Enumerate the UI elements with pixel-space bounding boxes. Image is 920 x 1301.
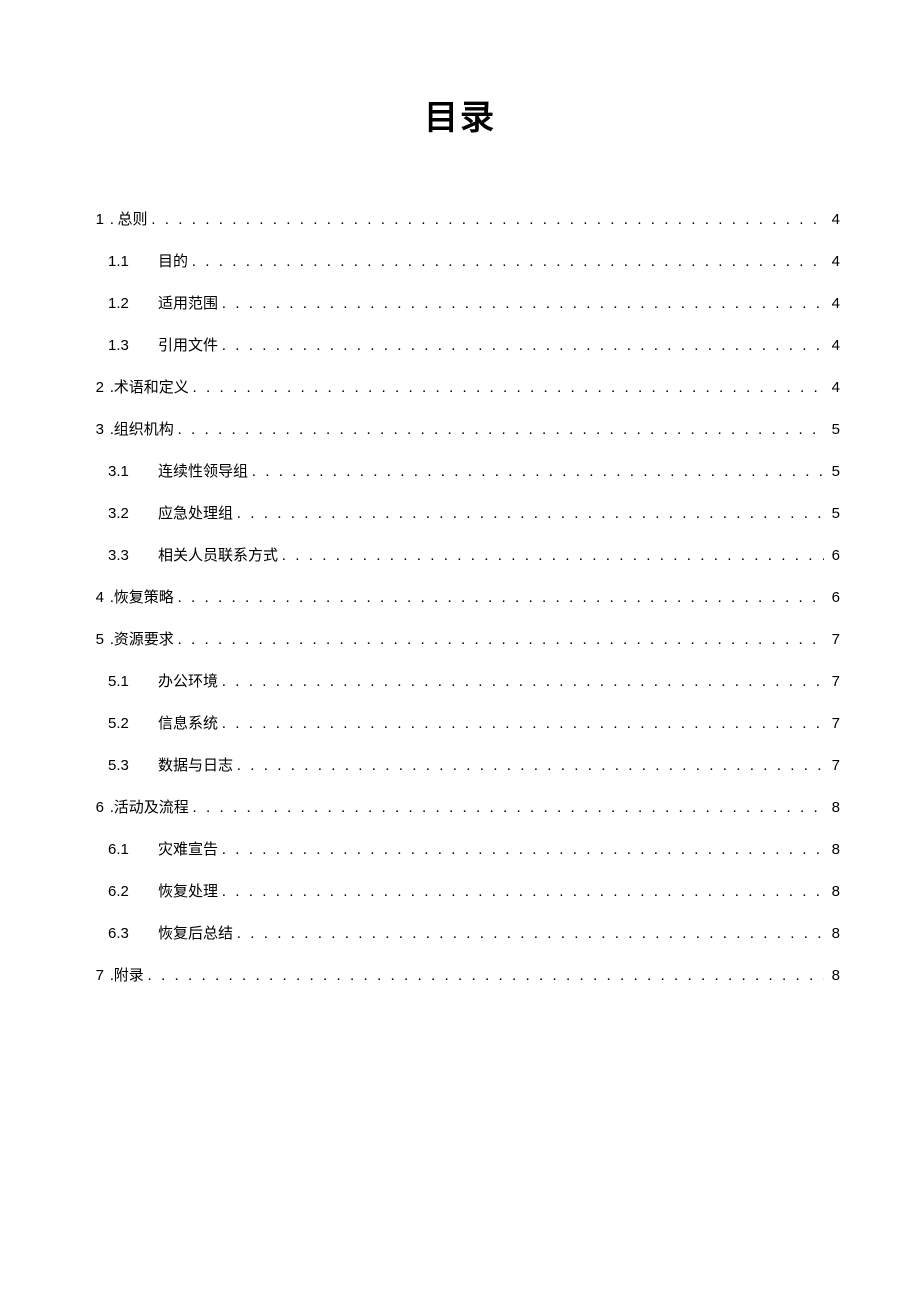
toc-entry-page: 5	[828, 503, 840, 524]
toc-entry-page: 4	[828, 209, 840, 230]
toc-entry-page: 8	[828, 881, 840, 902]
toc-entry-number: 3.2	[108, 503, 138, 524]
toc-entry-number: 6.1	[108, 839, 138, 860]
toc-entry-page: 4	[828, 335, 840, 356]
table-of-contents: 1 . 总则 4 1.1 目的 4 1.2 适用范围 4 1.3 引用文件 4 2 .术语和定义 4 3 .组织…	[80, 209, 840, 987]
toc-leader-dots	[222, 840, 824, 861]
toc-entry-title: . 总则	[110, 210, 148, 231]
toc-entry-number: 5.2	[108, 713, 138, 734]
toc-entry: 5.1 办公环境 7	[80, 671, 840, 693]
toc-entry: 7 .附录 8	[80, 965, 840, 987]
toc-entry: 3 .组织机构 5	[80, 419, 840, 441]
toc-entry-number: 7	[80, 965, 104, 986]
toc-entry-page: 6	[828, 545, 840, 566]
toc-entry-page: 7	[828, 629, 840, 650]
toc-entry-title: 相关人员联系方式	[158, 546, 278, 567]
toc-entry-page: 4	[828, 377, 840, 398]
toc-entry-number: 1.3	[108, 335, 138, 356]
toc-leader-dots	[252, 462, 824, 483]
toc-entry-number: 3	[80, 419, 104, 440]
toc-entry-title: .恢复策略	[110, 588, 174, 609]
toc-entry-number: 1	[80, 209, 104, 230]
toc-entry-page: 8	[828, 839, 840, 860]
toc-entry: 1.1 目的 4	[80, 251, 840, 273]
toc-entry: 5 .资源要求 7	[80, 629, 840, 651]
toc-entry: 4 .恢复策略 6	[80, 587, 840, 609]
toc-leader-dots	[192, 252, 824, 273]
toc-leader-dots	[222, 672, 824, 693]
toc-entry-title: 连续性领导组	[158, 462, 248, 483]
toc-entry-title: .术语和定义	[110, 378, 189, 399]
toc-leader-dots	[222, 294, 824, 315]
toc-leader-dots	[148, 966, 824, 987]
toc-entry-title: 恢复处理	[158, 882, 218, 903]
toc-leader-dots	[237, 504, 824, 525]
toc-entry-page: 8	[828, 923, 840, 944]
toc-entry-title: 办公环境	[158, 672, 218, 693]
toc-entry-title: .组织机构	[110, 420, 174, 441]
page-title: 目录	[80, 90, 840, 139]
toc-leader-dots	[282, 546, 824, 567]
toc-entry-title: 恢复后总结	[158, 924, 233, 945]
toc-entry-title: .附录	[110, 966, 144, 987]
toc-entry-page: 6	[828, 587, 840, 608]
toc-entry: 1.2 适用范围 4	[80, 293, 840, 315]
toc-entry-page: 7	[828, 671, 840, 692]
toc-leader-dots	[193, 378, 824, 399]
toc-entry-number: 1.2	[108, 293, 138, 314]
toc-entry-number: 5.1	[108, 671, 138, 692]
toc-entry-page: 7	[828, 755, 840, 776]
toc-entry: 6.3 恢复后总结 8	[80, 923, 840, 945]
toc-leader-dots	[222, 336, 824, 357]
toc-entry-number: 3.1	[108, 461, 138, 482]
toc-entry: 1 . 总则 4	[80, 209, 840, 231]
toc-entry-number: 6.3	[108, 923, 138, 944]
toc-entry-title: 信息系统	[158, 714, 218, 735]
toc-entry-page: 7	[828, 713, 840, 734]
toc-entry: 6.2 恢复处理 8	[80, 881, 840, 903]
toc-entry: 3.3 相关人员联系方式 6	[80, 545, 840, 567]
toc-entry: 3.1 连续性领导组 5	[80, 461, 840, 483]
toc-entry-number: 2	[80, 377, 104, 398]
toc-entry: 6 .活动及流程 8	[80, 797, 840, 819]
toc-leader-dots	[237, 756, 824, 777]
toc-entry-page: 4	[828, 293, 840, 314]
toc-entry-number: 6	[80, 797, 104, 818]
toc-entry-title: 目的	[158, 252, 188, 273]
toc-leader-dots	[222, 882, 824, 903]
toc-entry: 3.2 应急处理组 5	[80, 503, 840, 525]
toc-entry-title: 引用文件	[158, 336, 218, 357]
toc-entry-page: 5	[828, 419, 840, 440]
toc-entry-number: 5	[80, 629, 104, 650]
toc-entry: 5.3 数据与日志 7	[80, 755, 840, 777]
toc-entry-title: 适用范围	[158, 294, 218, 315]
toc-entry-title: 数据与日志	[158, 756, 233, 777]
toc-entry-page: 8	[828, 965, 840, 986]
toc-entry-page: 4	[828, 251, 840, 272]
toc-entry-title: .活动及流程	[110, 798, 189, 819]
toc-entry-number: 6.2	[108, 881, 138, 902]
toc-entry-title: 应急处理组	[158, 504, 233, 525]
toc-entry-number: 4	[80, 587, 104, 608]
toc-entry-page: 5	[828, 461, 840, 482]
toc-leader-dots	[178, 630, 824, 651]
toc-entry-number: 3.3	[108, 545, 138, 566]
toc-leader-dots	[178, 588, 824, 609]
toc-leader-dots	[178, 420, 824, 441]
toc-leader-dots	[193, 798, 824, 819]
toc-entry: 6.1 灾难宣告 8	[80, 839, 840, 861]
toc-leader-dots	[152, 210, 824, 231]
toc-entry-number: 1.1	[108, 251, 138, 272]
toc-leader-dots	[237, 924, 824, 945]
toc-entry-title: 灾难宣告	[158, 840, 218, 861]
toc-leader-dots	[222, 714, 824, 735]
toc-entry-page: 8	[828, 797, 840, 818]
toc-entry: 1.3 引用文件 4	[80, 335, 840, 357]
toc-entry-title: .资源要求	[110, 630, 174, 651]
toc-entry: 5.2 信息系统 7	[80, 713, 840, 735]
toc-entry-number: 5.3	[108, 755, 138, 776]
toc-entry: 2 .术语和定义 4	[80, 377, 840, 399]
